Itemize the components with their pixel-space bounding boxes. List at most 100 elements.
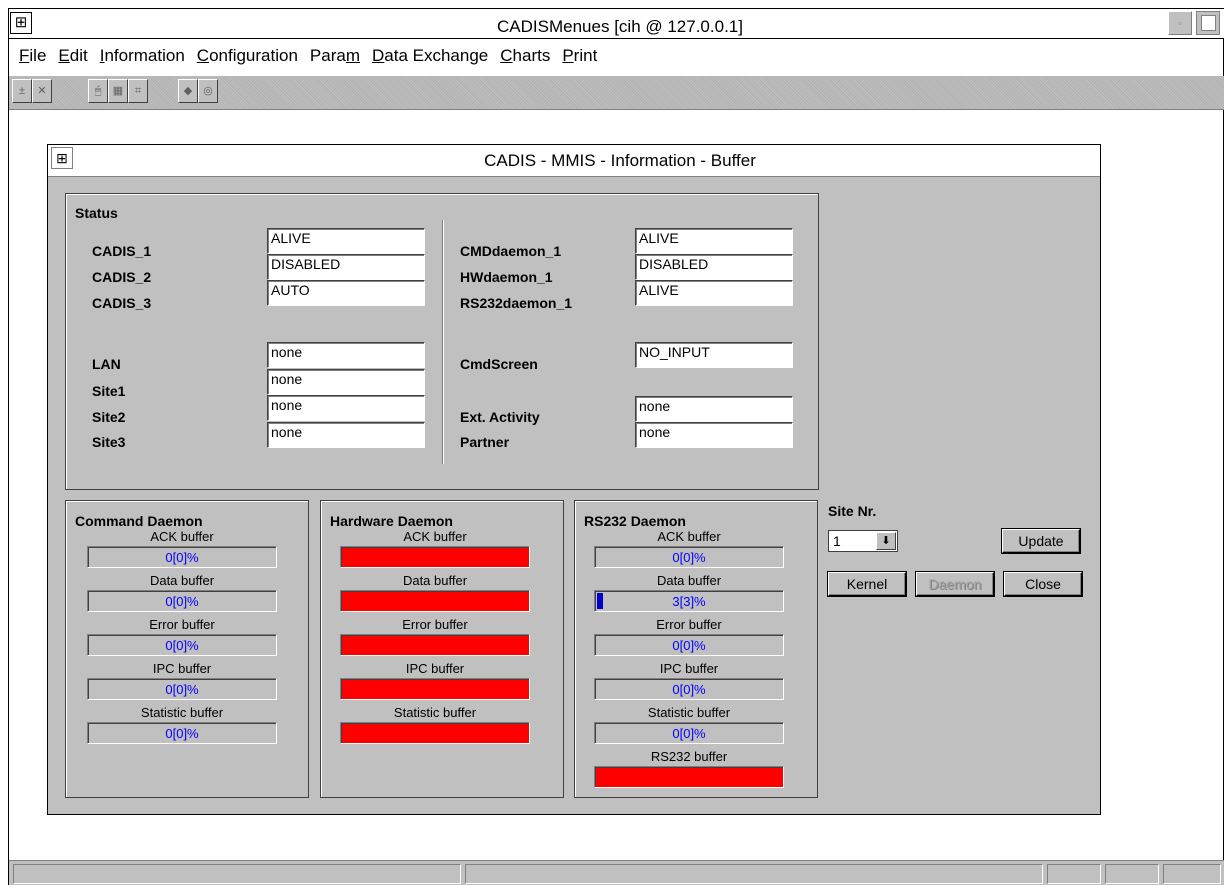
- buffer-level-bar: [340, 634, 530, 656]
- buffer-level-bar: 0[0]%: [594, 546, 784, 568]
- buffer-caption: Data buffer: [656, 573, 722, 588]
- buffer-caption: RS232 buffer: [650, 749, 728, 764]
- buffer-level-bar: [594, 766, 784, 788]
- buffer-percent: 0[0]%: [165, 726, 199, 741]
- speech-icon[interactable]: ◎: [198, 79, 218, 103]
- buffer-percent: 0[0]%: [165, 682, 199, 697]
- status-value-field: DISABLED: [267, 254, 425, 280]
- menu-item-text: ata Exchange: [384, 46, 489, 65]
- status-value-field: none: [635, 396, 793, 422]
- buffer-percent: 0[0]%: [672, 682, 706, 697]
- buffer-level-bar: 0[0]%: [594, 722, 784, 744]
- chart-icon[interactable]: ⌗: [128, 79, 148, 103]
- buffer-level-bar: 3[3]%: [594, 590, 784, 612]
- menu-item[interactable]: Edit: [58, 46, 87, 72]
- buffer-caption: IPC buffer: [152, 661, 212, 676]
- status-label: Site1: [92, 383, 126, 399]
- menu-item[interactable]: Param: [310, 46, 360, 72]
- disk-icon[interactable]: ◆: [178, 79, 198, 103]
- plus-minus-icon[interactable]: ±: [12, 79, 32, 103]
- status-bar-panel: [1105, 864, 1159, 884]
- status-value-field: DISABLED: [635, 254, 793, 280]
- menu-bar: File Edit Information Configuration Param Dat…: [9, 46, 609, 72]
- menu-item-text: ile: [29, 46, 47, 65]
- rs232-daemon-title: RS232 Daemon: [584, 513, 686, 529]
- maximize-icon: [1201, 15, 1216, 31]
- dialog-title: CADIS - MMIS - Information - Buffer: [484, 151, 756, 170]
- buffer-percent: 0[0]%: [672, 638, 706, 653]
- daemon-button[interactable]: Daemon: [916, 572, 994, 596]
- status-label: Ext. Activity: [460, 409, 540, 425]
- status-bar-panel: [1047, 864, 1101, 884]
- menu-item-text: onfiguration: [209, 46, 298, 65]
- kernel-button[interactable]: Kernel: [828, 572, 906, 596]
- menu-item[interactable]: Configuration: [197, 46, 298, 72]
- mouse-icon[interactable]: 🖱: [88, 79, 108, 103]
- status-value-field: none: [635, 422, 793, 448]
- status-label: HWdaemon_1: [460, 269, 553, 285]
- close-button[interactable]: Close: [1004, 572, 1082, 596]
- status-label: CADIS_3: [92, 295, 152, 311]
- status-value-field: ALIVE: [635, 280, 793, 306]
- buffer-percent: 0[0]%: [672, 550, 706, 565]
- menu-item-text: Para: [309, 46, 346, 65]
- buffer-level-bar: 0[0]%: [87, 590, 277, 612]
- status-label: Partner: [460, 434, 510, 450]
- buffer-percent: 0[0]%: [165, 594, 199, 609]
- buffer-caption: Data buffer: [402, 573, 468, 588]
- buffer-caption: ACK buffer: [403, 529, 467, 544]
- menu-item[interactable]: Information: [100, 46, 185, 72]
- status-divider: [442, 220, 444, 464]
- status-value-field: ALIVE: [267, 228, 425, 254]
- buffer-level-bar: 0[0]%: [87, 634, 277, 656]
- menu-item-mnemonic: C: [500, 46, 513, 65]
- menu-item[interactable]: Data Exchange: [372, 46, 488, 72]
- menu-item-mnemonic: P: [562, 46, 574, 65]
- status-value-field: NO_INPUT: [635, 342, 793, 368]
- site-nr-label: Site Nr.: [828, 503, 877, 519]
- status-bar-panel: [1163, 864, 1221, 884]
- cross-icon[interactable]: ✕: [32, 79, 52, 103]
- maximize-button[interactable]: [1196, 11, 1220, 35]
- menu-item[interactable]: Print: [562, 46, 597, 72]
- menu-item-mnemonic: C: [196, 46, 210, 65]
- buffer-level-bar: 0[0]%: [87, 722, 277, 744]
- daemon-button-label: Daemon: [928, 576, 982, 592]
- buffer-caption: Statistic buffer: [647, 705, 731, 720]
- status-label: LAN: [92, 356, 121, 372]
- buffer-caption: Statistic buffer: [140, 705, 224, 720]
- buffer-level-bar: [340, 678, 530, 700]
- status-bar: [9, 860, 1224, 885]
- buffer-caption: ACK buffer: [657, 529, 721, 544]
- status-label: CADIS_1: [92, 243, 152, 259]
- menu-item-text: harts: [512, 46, 551, 65]
- menu-item-mnemonic: E: [58, 46, 70, 65]
- buffer-percent: 0[0]%: [165, 550, 199, 565]
- status-value-field: none: [267, 342, 425, 368]
- hardware-daemon-title: Hardware Daemon: [330, 513, 453, 529]
- update-button[interactable]: Update: [1002, 529, 1080, 553]
- menu-item[interactable]: Charts: [500, 46, 550, 72]
- status-label: Site3: [92, 434, 126, 450]
- buffer-caption: Error buffer: [402, 617, 468, 632]
- status-label: CmdScreen: [460, 356, 538, 372]
- status-value-field: none: [267, 422, 425, 448]
- buffer-level-bar: 0[0]%: [87, 546, 277, 568]
- buffer-caption: Error buffer: [149, 617, 215, 632]
- status-label: CADIS_2: [92, 269, 152, 285]
- system-menu-icon[interactable]: ⊞: [10, 12, 32, 34]
- buffer-caption: Data buffer: [149, 573, 215, 588]
- minimize-button[interactable]: ▫: [1168, 11, 1192, 35]
- menu-item-text: dit: [69, 46, 88, 65]
- menu-item[interactable]: File: [19, 46, 46, 72]
- status-value-field: AUTO: [267, 280, 425, 306]
- status-value-field: ALIVE: [635, 228, 793, 254]
- buffer-level-bar: [340, 722, 530, 744]
- dropdown-arrow-icon[interactable]: ⬇: [876, 532, 896, 550]
- dialog-system-menu-icon[interactable]: ⊞: [51, 147, 73, 169]
- buffer-level-bar: 0[0]%: [594, 678, 784, 700]
- status-group-title: Status: [75, 205, 118, 221]
- status-value-field: none: [267, 369, 425, 395]
- buffer-level-bar: 0[0]%: [594, 634, 784, 656]
- grid-icon[interactable]: ▦: [108, 79, 128, 103]
